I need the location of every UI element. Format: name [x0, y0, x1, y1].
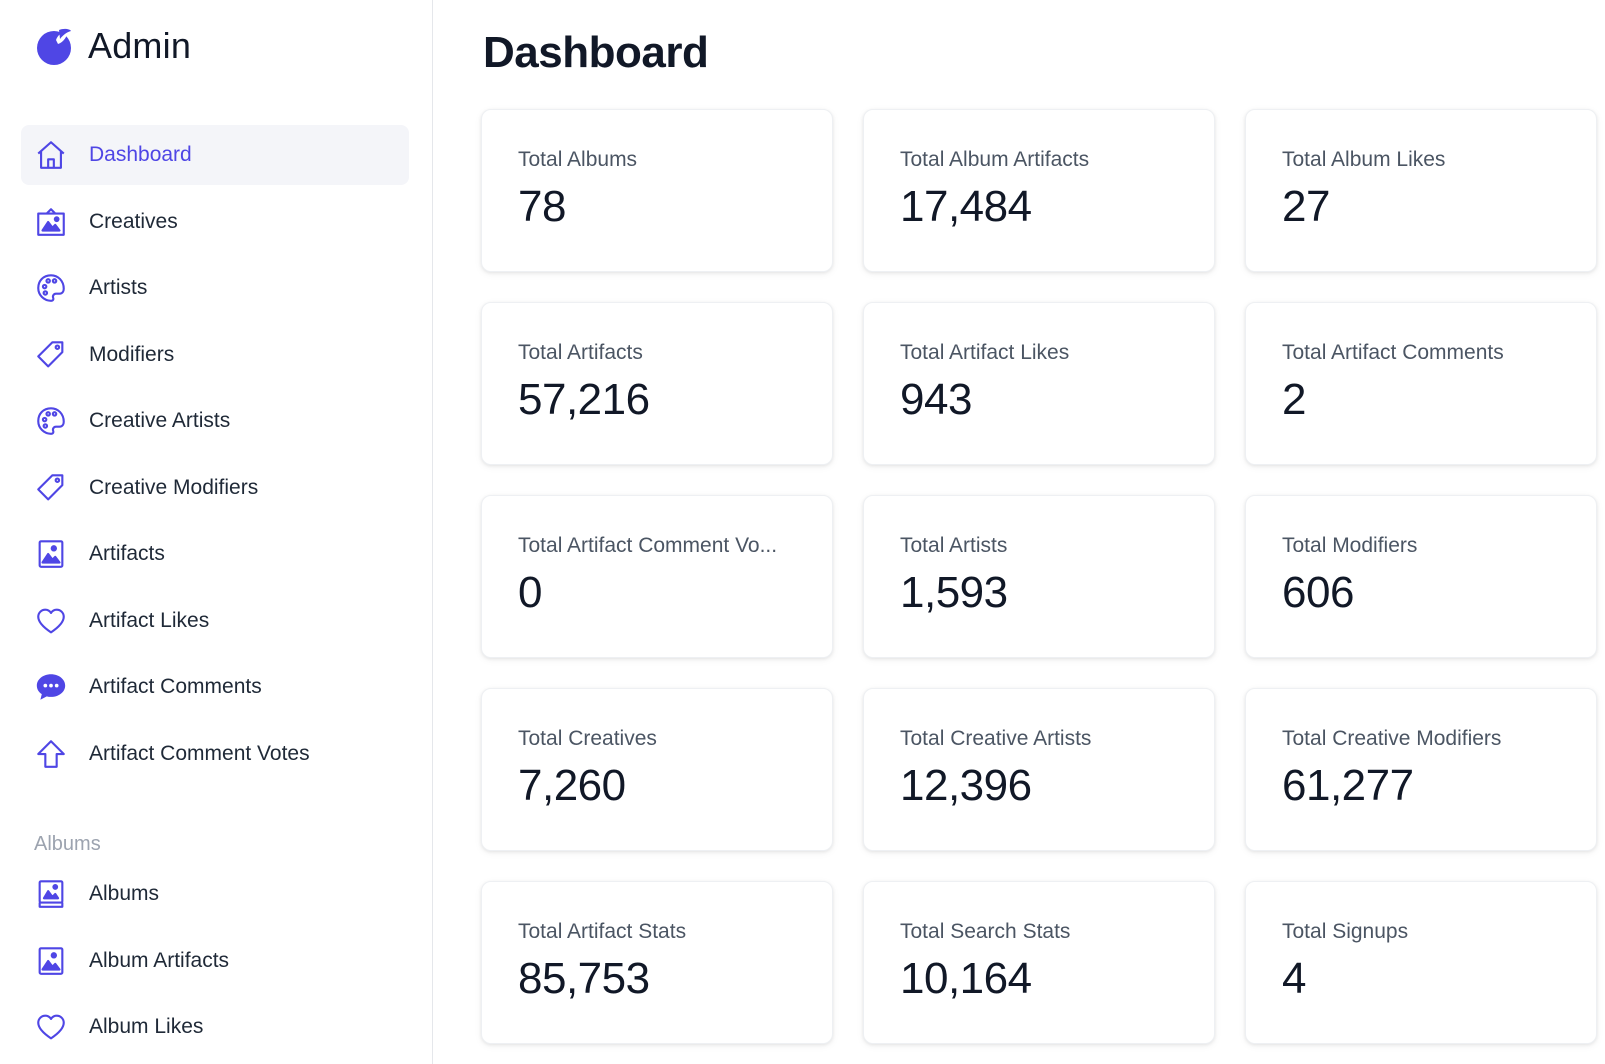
- stat-label: Total Album Artifacts: [900, 148, 1090, 171]
- stat-label: Total Albums: [518, 148, 638, 171]
- sidebar-item-label: Artifact Comments: [89, 675, 262, 698]
- stat-value: 943: [900, 375, 972, 424]
- sidebar-item-label: Albums: [89, 882, 160, 905]
- stat-label: Total Artifact Comments: [1282, 341, 1504, 364]
- stat-card: Total Artists 1,593: [863, 495, 1215, 658]
- sidebar-item-album-artifacts[interactable]: Album Artifacts: [21, 931, 409, 991]
- stat-card: Total Album Likes 27: [1245, 109, 1597, 272]
- stat-label: Total Artists: [900, 534, 1008, 557]
- stat-value: 606: [1282, 568, 1354, 617]
- stat-card: Total Signups 4: [1245, 881, 1597, 1044]
- stat-card: Total Creative Modifiers 61,277: [1245, 688, 1597, 851]
- stat-value: 1,593: [900, 568, 1008, 617]
- picture-frame-icon: [33, 204, 69, 240]
- stat-value: 78: [518, 182, 566, 231]
- stats-grid: Total Albums 78 Total Album Artifacts 17,4…: [481, 109, 1597, 1044]
- sidebar-item-artists[interactable]: Artists: [21, 258, 409, 318]
- stat-value: 7,260: [518, 761, 626, 810]
- sidebar-item-label: Artifact Likes: [89, 608, 210, 632]
- sidebar-item-label: Album Artifacts: [89, 948, 230, 972]
- sidebar-item-artifacts[interactable]: Artifacts: [21, 524, 409, 584]
- stat-label: Total Signups: [1282, 920, 1409, 943]
- page-title: Dashboard: [483, 28, 709, 77]
- home-icon: [33, 137, 69, 173]
- sidebar-item-label: Album Likes: [89, 1015, 204, 1038]
- stat-card: Total Album Artifacts 17,484: [863, 109, 1215, 272]
- sidebar-item-creative-modifiers[interactable]: Creative Modifiers: [21, 458, 409, 518]
- sidebar-section-albums: Albums: [34, 833, 101, 855]
- heart-icon: [33, 1009, 69, 1045]
- stat-card: Total Artifact Stats 85,753: [481, 881, 833, 1044]
- heart-icon: [33, 603, 69, 639]
- sidebar-item-artifact-comment-votes[interactable]: Artifact Comment Votes: [21, 724, 409, 784]
- tag-icon: [33, 337, 69, 373]
- stat-label: Total Artifact Likes: [900, 341, 1070, 364]
- sidebar-item-creatives[interactable]: Creatives: [21, 192, 409, 252]
- stat-label: Total Creative Modifiers: [1282, 727, 1502, 750]
- stat-value: 0: [518, 568, 542, 617]
- stat-label: Total Creatives: [518, 727, 657, 750]
- sidebar-item-album-likes[interactable]: Album Likes: [21, 997, 409, 1057]
- sidebar-item-label: Dashboard: [89, 143, 192, 166]
- sidebar-item-label: Artifact Comment Votes: [89, 741, 310, 765]
- stat-value: 17,484: [900, 182, 1032, 231]
- palette-icon: [33, 270, 69, 306]
- image-icon: [33, 536, 69, 572]
- stat-value: 2: [1282, 375, 1306, 424]
- stat-value: 12,396: [900, 761, 1032, 810]
- stat-value: 85,753: [518, 954, 650, 1003]
- sidebar: Admin Dashboard Creatives Artists Modifi…: [0, 0, 433, 1064]
- brand[interactable]: Admin: [34, 25, 192, 66]
- stat-card: Total Modifiers 606: [1245, 495, 1597, 658]
- stat-card: Total Artifacts 57,216: [481, 302, 833, 465]
- album-icon: [33, 876, 69, 912]
- main-content: Dashboard Total Albums 78 Total Album Art…: [433, 0, 1605, 1064]
- logo-icon: [37, 28, 71, 65]
- sidebar-item-artifact-likes[interactable]: Artifact Likes: [21, 591, 409, 651]
- sidebar-item-dashboard[interactable]: Dashboard: [21, 125, 409, 185]
- stat-label: Total Album Likes: [1282, 148, 1446, 171]
- sidebar-item-artifact-comments[interactable]: Artifact Comments: [21, 657, 409, 717]
- sidebar-nav: Dashboard Creatives Artists Modifiers Cr…: [21, 125, 409, 790]
- stat-label: Total Modifiers: [1282, 534, 1418, 557]
- sidebar-item-modifiers[interactable]: Modifiers: [21, 325, 409, 385]
- stat-label: Total Artifacts: [518, 341, 643, 364]
- stat-label: Total Creative Artists: [900, 727, 1092, 750]
- stat-value: 27: [1282, 182, 1330, 231]
- stat-value: 10,164: [900, 954, 1032, 1003]
- stat-value: 61,277: [1282, 761, 1414, 810]
- stat-value: 4: [1282, 954, 1306, 1003]
- stat-label: Total Search Stats: [900, 920, 1071, 943]
- sidebar-item-label: Modifiers: [89, 342, 175, 366]
- palette-icon: [33, 403, 69, 439]
- app-title: Admin: [88, 25, 192, 66]
- stat-card: Total Artifact Comment Vo... 0: [481, 495, 833, 658]
- stat-card: Total Creative Artists 12,396: [863, 688, 1215, 851]
- sidebar-nav-albums: Albums Album Artifacts Album Likes: [21, 864, 409, 1064]
- sidebar-item-creative-artists[interactable]: Creative Artists: [21, 391, 409, 451]
- stat-card: Total Creatives 7,260: [481, 688, 833, 851]
- stat-card: Total Albums 78: [481, 109, 833, 272]
- sidebar-item-label: Creative Modifiers: [89, 475, 259, 499]
- sidebar-item-label: Creatives: [89, 209, 178, 233]
- stat-value: 57,216: [518, 375, 650, 424]
- arrow-up-icon: [33, 736, 69, 772]
- sidebar-item-label: Artifacts: [89, 542, 165, 565]
- stat-label: Total Artifact Stats: [518, 920, 687, 943]
- tag-icon: [33, 470, 69, 506]
- stat-card: Total Artifact Likes 943: [863, 302, 1215, 465]
- sidebar-item-label: Artists: [89, 276, 148, 299]
- stat-card: Total Artifact Comments 2: [1245, 302, 1597, 465]
- chat-bubble-icon: [33, 669, 69, 705]
- image-icon: [33, 943, 69, 979]
- sidebar-item-label: Creative Artists: [89, 409, 231, 432]
- stat-card: Total Search Stats 10,164: [863, 881, 1215, 1044]
- stat-label: Total Artifact Comment Vo...: [518, 534, 778, 557]
- sidebar-item-albums[interactable]: Albums: [21, 864, 409, 924]
